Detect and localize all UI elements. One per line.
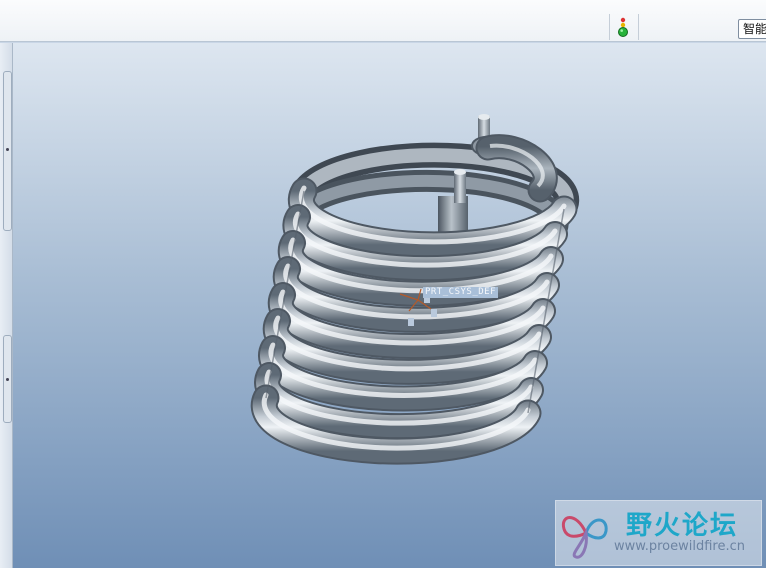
panel-sash-upper[interactable] xyxy=(3,71,12,231)
watermark-url: www.proewildfire.cn xyxy=(614,539,745,554)
csys-label: PRT_CSYS_DEF xyxy=(423,287,499,298)
sash-grip-icon xyxy=(6,148,9,151)
graphics-viewport[interactable]: PRT_CSYS_DEF 野火论坛 www.proewildfire.cn xyxy=(13,43,766,568)
butterfly-logo-icon xyxy=(561,516,608,559)
traffic-light-icon[interactable] xyxy=(617,16,629,40)
helical-coil-model[interactable] xyxy=(13,43,766,568)
forum-watermark: 野火论坛 www.proewildfire.cn xyxy=(555,500,762,566)
toolbar-separator xyxy=(609,14,610,40)
sash-grip-icon xyxy=(6,378,9,381)
left-panel-strip xyxy=(0,43,13,568)
panel-sash-lower[interactable] xyxy=(3,335,12,423)
top-toolbar: 智能 xyxy=(0,0,766,42)
watermark-title: 野火论坛 xyxy=(626,511,739,541)
toolbar-separator xyxy=(638,14,639,40)
selection-filter-dropdown[interactable]: 智能 xyxy=(738,19,766,39)
